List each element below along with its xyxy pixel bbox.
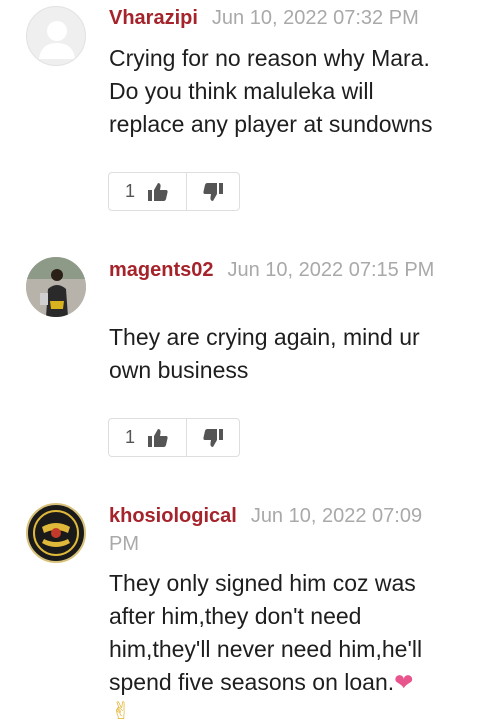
user-photo	[26, 257, 86, 317]
like-count: 1	[125, 181, 136, 201]
comment-author[interactable]: magents02	[109, 259, 214, 281]
vote-box: 1	[108, 418, 240, 457]
comment-text: They only signed him coz was after him,t…	[109, 567, 450, 700]
victory-hand-emoji: ✌	[111, 697, 132, 725]
comment-timestamp: Jun 10, 2022 07:32 PM	[211, 7, 419, 29]
like-button[interactable]: 1	[109, 419, 187, 456]
thumbs-down-icon	[203, 428, 223, 447]
dislike-button[interactable]	[187, 173, 239, 210]
thumbs-up-icon	[148, 428, 168, 447]
comment-author[interactable]: khosiological	[109, 505, 237, 527]
comment-text: They are crying again, mind ur own busin…	[109, 324, 420, 383]
thumbs-up-icon	[148, 182, 168, 201]
kaizer-chiefs-logo	[29, 506, 83, 560]
avatar[interactable]	[26, 6, 86, 66]
avatar[interactable]	[26, 503, 86, 563]
vote-box: 1	[108, 172, 240, 211]
thumbs-down-icon	[203, 182, 223, 201]
heart-emoji: ❤	[394, 670, 414, 696]
default-user-icon	[39, 21, 75, 59]
like-count: 1	[125, 427, 136, 447]
like-button[interactable]: 1	[109, 173, 187, 210]
dislike-button[interactable]	[187, 419, 239, 456]
avatar[interactable]	[26, 257, 86, 317]
comment-text: Crying for no reason why Mara. Do you th…	[109, 45, 433, 137]
comment-timestamp: Jun 10, 2022 07:15 PM	[227, 259, 435, 281]
comment-text-body: They only signed him coz was after him,t…	[109, 570, 423, 695]
comment-author[interactable]: Vharazipi	[109, 7, 198, 29]
